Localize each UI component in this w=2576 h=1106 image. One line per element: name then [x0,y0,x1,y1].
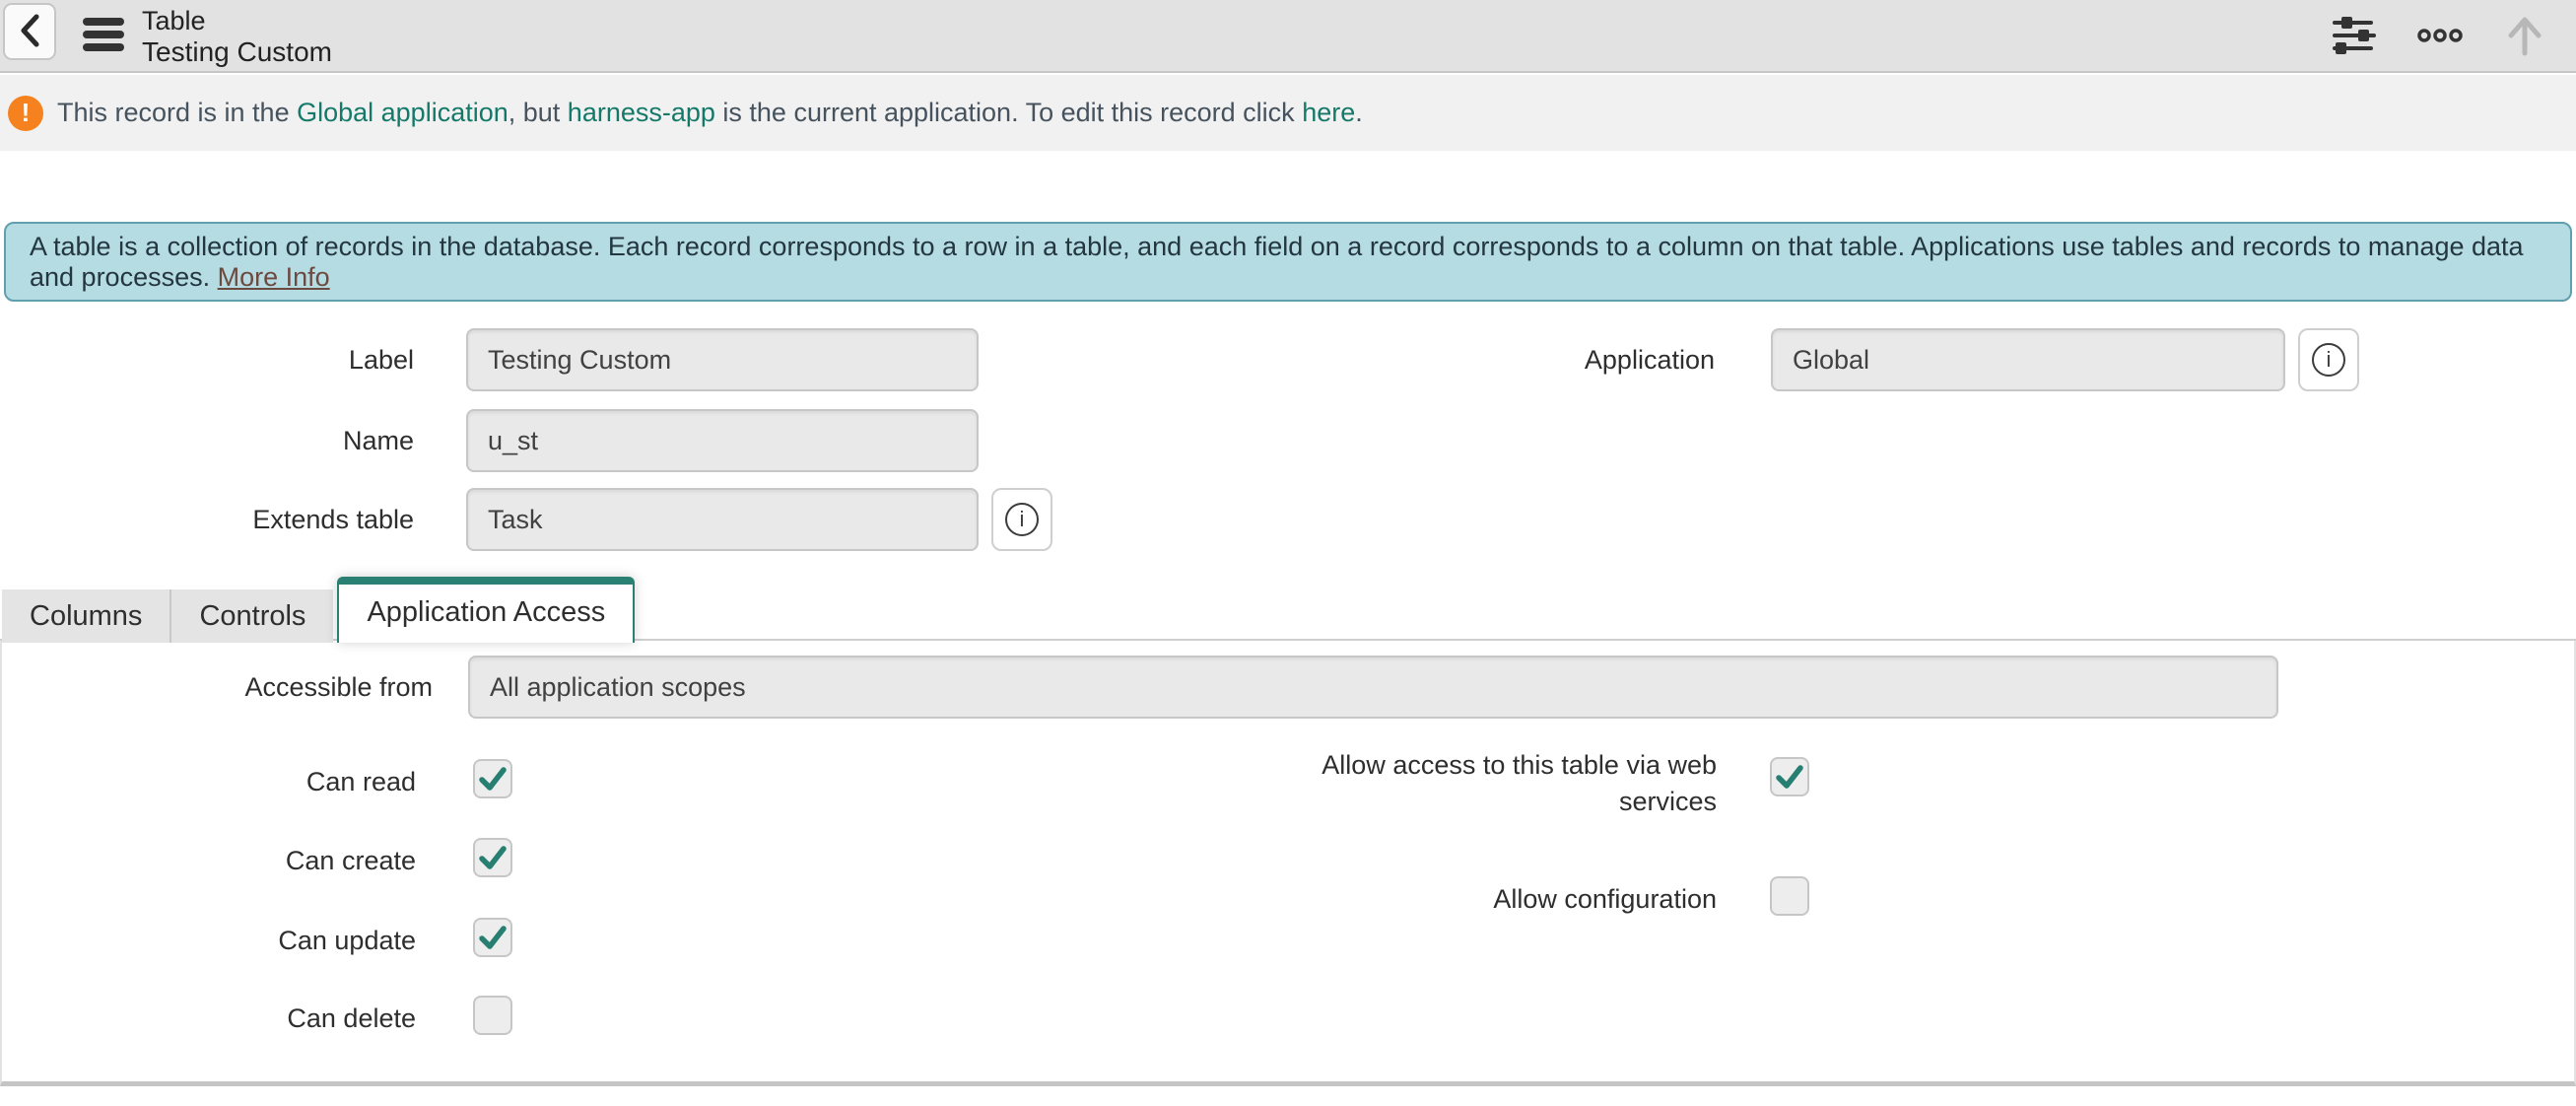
table-info-banner: A table is a collection of records in th… [4,222,2572,302]
can-update-label: Can update [2,921,416,960]
info-icon: i [1005,503,1039,536]
can-update-checkbox[interactable] [473,918,512,957]
personalize-form-button[interactable] [2328,12,2381,62]
scroll-to-top-button[interactable] [2499,10,2550,64]
application-field-label: Application [1399,328,1715,391]
extends-table-field-label: Extends table [0,488,414,551]
notice-part: , but [508,98,568,127]
harness-app-link[interactable]: harness-app [568,98,715,127]
can-delete-checkbox[interactable] [473,996,512,1035]
application-field-input[interactable] [1771,328,2285,391]
notice-part: This record is in the [57,98,297,127]
application-access-panel: Accessible from Can read Can create Can … [0,641,2576,1086]
header-bar: Table Testing Custom [0,0,2576,73]
arrow-up-icon [2503,14,2546,60]
edit-here-link[interactable]: here [1302,98,1355,127]
table-record-page: Table Testing Custom [0,0,2576,1106]
allow-configuration-checkbox[interactable] [1770,876,1809,916]
can-delete-label: Can delete [2,999,416,1038]
notice-part: . [1355,98,1363,127]
page-title: Table Testing Custom [142,0,332,73]
check-icon [1774,761,1805,793]
record-name-label: Testing Custom [142,36,332,67]
tab-bar: Columns Controls Application Access [2,577,635,643]
name-field-input[interactable] [466,409,979,472]
can-read-checkbox[interactable] [473,759,512,798]
can-create-label: Can create [2,841,416,880]
check-icon [477,842,508,873]
sliders-icon [2332,16,2377,58]
info-icon: i [2312,343,2345,377]
more-info-link[interactable]: More Info [218,262,330,292]
can-read-label: Can read [2,762,416,801]
more-options-button[interactable] [2412,24,2468,50]
accessible-from-input[interactable] [468,656,2278,719]
record-type-label: Table [142,6,332,36]
application-info-button[interactable]: i [2298,328,2359,391]
tab-controls[interactable]: Controls [169,589,333,643]
check-icon [477,922,508,953]
extends-table-info-button[interactable]: i [991,488,1052,551]
tab-application-access[interactable]: Application Access [337,577,635,643]
extends-table-field-input[interactable] [466,488,979,551]
menu-icon[interactable] [83,18,124,51]
tab-columns[interactable]: Columns [2,589,169,643]
ellipsis-icon [2416,28,2464,46]
allow-web-services-label: Allow access to this table via web servi… [1283,747,1717,820]
label-field-label: Label [0,328,414,391]
header-actions [2328,0,2550,73]
banner-text: A table is a collection of records in th… [30,232,2546,293]
allow-web-services-checkbox[interactable] [1770,757,1809,796]
can-create-checkbox[interactable] [473,838,512,877]
name-field-label: Name [0,409,414,472]
warning-icon: ! [8,96,43,131]
notice-text: This record is in the Global application… [57,98,1363,128]
cross-scope-notice: ! This record is in the Global applicati… [0,75,2576,151]
check-icon [477,763,508,795]
notice-part: is the current application. To edit this… [715,98,1302,127]
banner-description: A table is a collection of records in th… [30,232,2524,292]
allow-configuration-label: Allow configuration [1283,879,1717,919]
accessible-from-label: Accessible from [2,656,433,719]
label-field-input[interactable] [466,328,979,391]
back-button[interactable] [3,3,56,60]
chevron-left-icon [17,11,42,53]
global-application-link[interactable]: Global application [297,98,508,127]
